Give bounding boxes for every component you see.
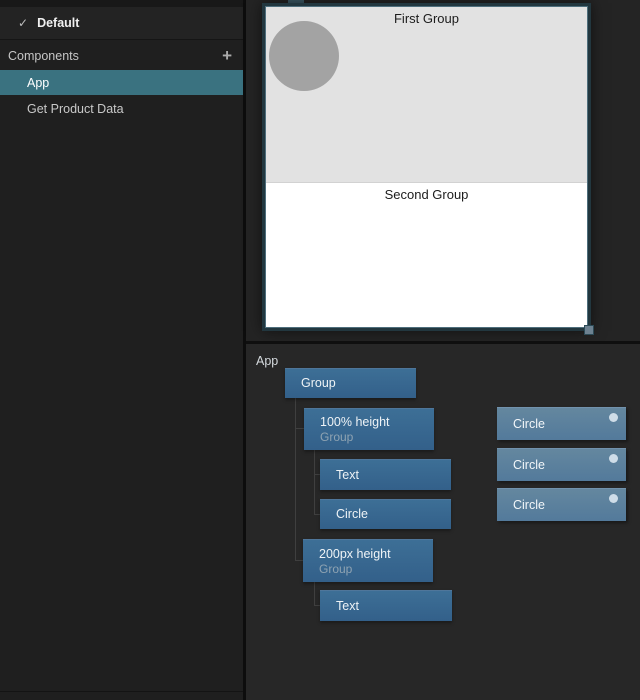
tree-connector-line (314, 582, 315, 605)
second-group-label: Second Group (266, 183, 587, 202)
drag-handle-dot-icon (609, 413, 618, 422)
tree-node-group[interactable]: Group (285, 368, 416, 398)
add-component-button[interactable]: + (222, 44, 232, 68)
tree-connector-line (295, 560, 303, 561)
preview-panel: First Group Second Group (246, 0, 640, 341)
tree-node-title: Text (336, 599, 452, 614)
sidebar-item-label: Get Product Data (27, 102, 124, 116)
tree-node-title: 100% height (320, 415, 434, 430)
tree-node-title: Group (301, 376, 416, 391)
tree-node-title: 200px height (319, 547, 433, 562)
tree-connector-line (295, 428, 304, 429)
structure-panel: App Group 100% height Group Text Circle … (246, 344, 640, 700)
tree-root-label: App (256, 354, 278, 368)
palette-item-label: Circle (513, 417, 545, 431)
drag-handle-dot-icon (609, 454, 618, 463)
tree-node-100-height-group[interactable]: 100% height Group (304, 408, 434, 450)
preview-canvas[interactable]: First Group Second Group (262, 3, 591, 331)
sidebar: ✓ Default Components + App Get Product D… (0, 0, 243, 700)
tree-node-200px-height-group[interactable]: 200px height Group (303, 539, 433, 582)
palette-item-label: Circle (513, 498, 545, 512)
components-section-header: Components + (0, 44, 243, 68)
drag-handle-dot-icon (609, 494, 618, 503)
tree-node-text[interactable]: Text (320, 590, 452, 621)
app-window: ✓ Default Components + App Get Product D… (0, 0, 640, 700)
canvas-content: First Group Second Group (265, 6, 588, 328)
palette-item-circle[interactable]: Circle (497, 448, 626, 481)
palette-item-circle[interactable]: Circle (497, 488, 626, 521)
variant-label: Default (37, 16, 79, 30)
sidebar-top-strip (0, 0, 243, 7)
palette-item-circle[interactable]: Circle (497, 407, 626, 440)
tree-node-title: Text (336, 468, 451, 483)
canvas-circle[interactable] (269, 21, 339, 91)
tree-connector-line (314, 450, 315, 514)
tree-node-subtitle: Group (319, 562, 433, 576)
tree-node-circle[interactable]: Circle (320, 499, 451, 529)
tree-node-text[interactable]: Text (320, 459, 451, 490)
sidebar-item-app[interactable]: App (0, 70, 243, 95)
tree-node-subtitle: Group (320, 430, 434, 444)
variant-row-default[interactable]: ✓ Default (0, 7, 243, 40)
second-group-region[interactable]: Second Group (266, 183, 587, 327)
first-group-region[interactable]: First Group (266, 7, 587, 183)
sidebar-item-label: App (27, 76, 49, 90)
palette-item-label: Circle (513, 458, 545, 472)
tree-node-title: Circle (336, 507, 451, 522)
checkmark-icon: ✓ (18, 16, 28, 30)
components-header-label: Components (8, 49, 79, 63)
sidebar-item-get-product-data[interactable]: Get Product Data (0, 96, 243, 121)
sidebar-footer-line (0, 691, 243, 692)
canvas-resize-handle[interactable] (584, 325, 594, 335)
tree-connector-line (295, 398, 296, 561)
